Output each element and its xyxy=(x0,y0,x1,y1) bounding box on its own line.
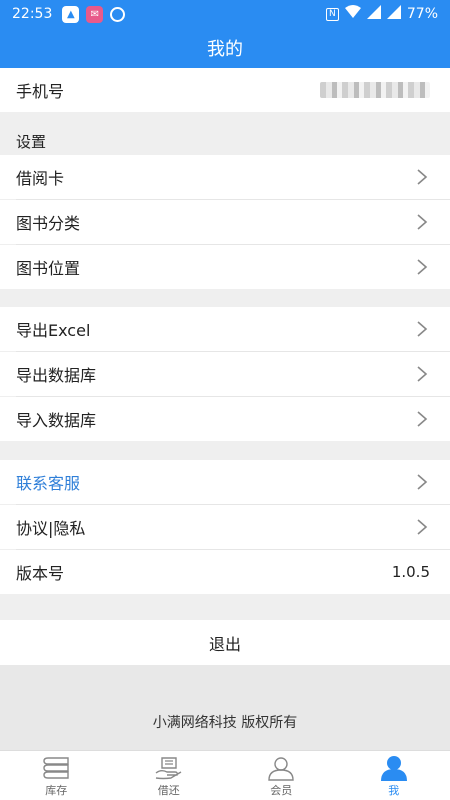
settings-item-label: 借阅卡 xyxy=(16,169,65,188)
export-excel-item[interactable]: 导出Excel xyxy=(0,307,450,351)
contact-support-label: 联系客服 xyxy=(16,474,81,493)
chevron-right-icon xyxy=(417,259,428,275)
user-outline-icon xyxy=(268,757,294,781)
chevron-right-icon xyxy=(417,474,428,490)
copyright-text: 小满网络科技 版权所有 xyxy=(152,715,298,731)
notification-app-icon xyxy=(110,6,126,22)
tab-borrow-return[interactable]: 借还 xyxy=(113,751,226,800)
tab-label: 会员 xyxy=(270,784,293,797)
notification-app-icon: ▲ xyxy=(62,5,80,23)
phone-number-masked xyxy=(320,82,430,98)
chevron-right-icon xyxy=(417,366,428,382)
settings-section-header: 设置 xyxy=(0,128,450,154)
version-value: 1.0.5 xyxy=(391,563,430,581)
phone-row: 手机号 xyxy=(0,68,450,112)
settings-item-library-card[interactable]: 借阅卡 xyxy=(0,155,450,199)
version-label: 版本号 xyxy=(16,564,65,583)
footer-area xyxy=(0,665,450,750)
books-icon xyxy=(43,757,69,779)
data-item-label: 导入数据库 xyxy=(16,411,97,430)
signal-icon xyxy=(386,5,401,23)
bottom-tab-bar: 库存 借还 会员 我 xyxy=(0,750,450,800)
settings-item-label: 图书分类 xyxy=(16,214,81,233)
chevron-right-icon xyxy=(417,411,428,427)
tab-label: 我 xyxy=(388,784,400,797)
logout-label: 退出 xyxy=(208,634,241,654)
battery-level: 77% xyxy=(406,6,438,22)
signal-icon xyxy=(366,5,381,23)
agreement-privacy-item[interactable]: 协议|隐私 xyxy=(0,505,450,549)
phone-label: 手机号 xyxy=(16,82,65,101)
page-title: 我的 xyxy=(207,39,243,60)
settings-item-book-category[interactable]: 图书分类 xyxy=(0,200,450,244)
tab-members[interactable]: 会员 xyxy=(225,751,338,800)
data-item-label: 导出数据库 xyxy=(16,366,97,385)
chevron-right-icon xyxy=(417,321,428,337)
wifi-icon xyxy=(344,5,361,23)
export-database-item[interactable]: 导出数据库 xyxy=(0,352,450,396)
chevron-right-icon xyxy=(417,214,428,230)
import-database-item[interactable]: 导入数据库 xyxy=(0,397,450,441)
chevron-right-icon xyxy=(417,519,428,535)
notification-app-icon: ✉ xyxy=(86,5,104,23)
header: 我的 xyxy=(0,28,450,68)
settings-item-book-location[interactable]: 图书位置 xyxy=(0,245,450,289)
nfc-icon: N xyxy=(325,7,339,21)
settings-item-label: 图书位置 xyxy=(16,259,81,278)
agreement-privacy-label: 协议|隐私 xyxy=(16,519,86,538)
settings-section-title: 设置 xyxy=(16,132,47,151)
user-filled-icon xyxy=(380,756,407,781)
chevron-right-icon xyxy=(417,169,428,185)
tab-label: 库存 xyxy=(45,784,68,797)
status-bar: 22:53 ▲ ✉ N 77% xyxy=(0,0,450,28)
contact-support-item[interactable]: 联系客服 xyxy=(0,460,450,504)
tab-label: 借还 xyxy=(157,784,180,797)
status-time: 22:53 xyxy=(12,6,53,22)
version-row: 版本号 1.0.5 xyxy=(0,550,450,594)
tab-inventory[interactable]: 库存 xyxy=(0,751,113,800)
hand-book-icon xyxy=(155,757,182,780)
tab-me[interactable]: 我 xyxy=(338,751,450,800)
logout-button[interactable]: 退出 xyxy=(0,620,450,665)
status-indicators: N 77% xyxy=(325,5,438,23)
data-item-label: 导出Excel xyxy=(16,321,91,340)
